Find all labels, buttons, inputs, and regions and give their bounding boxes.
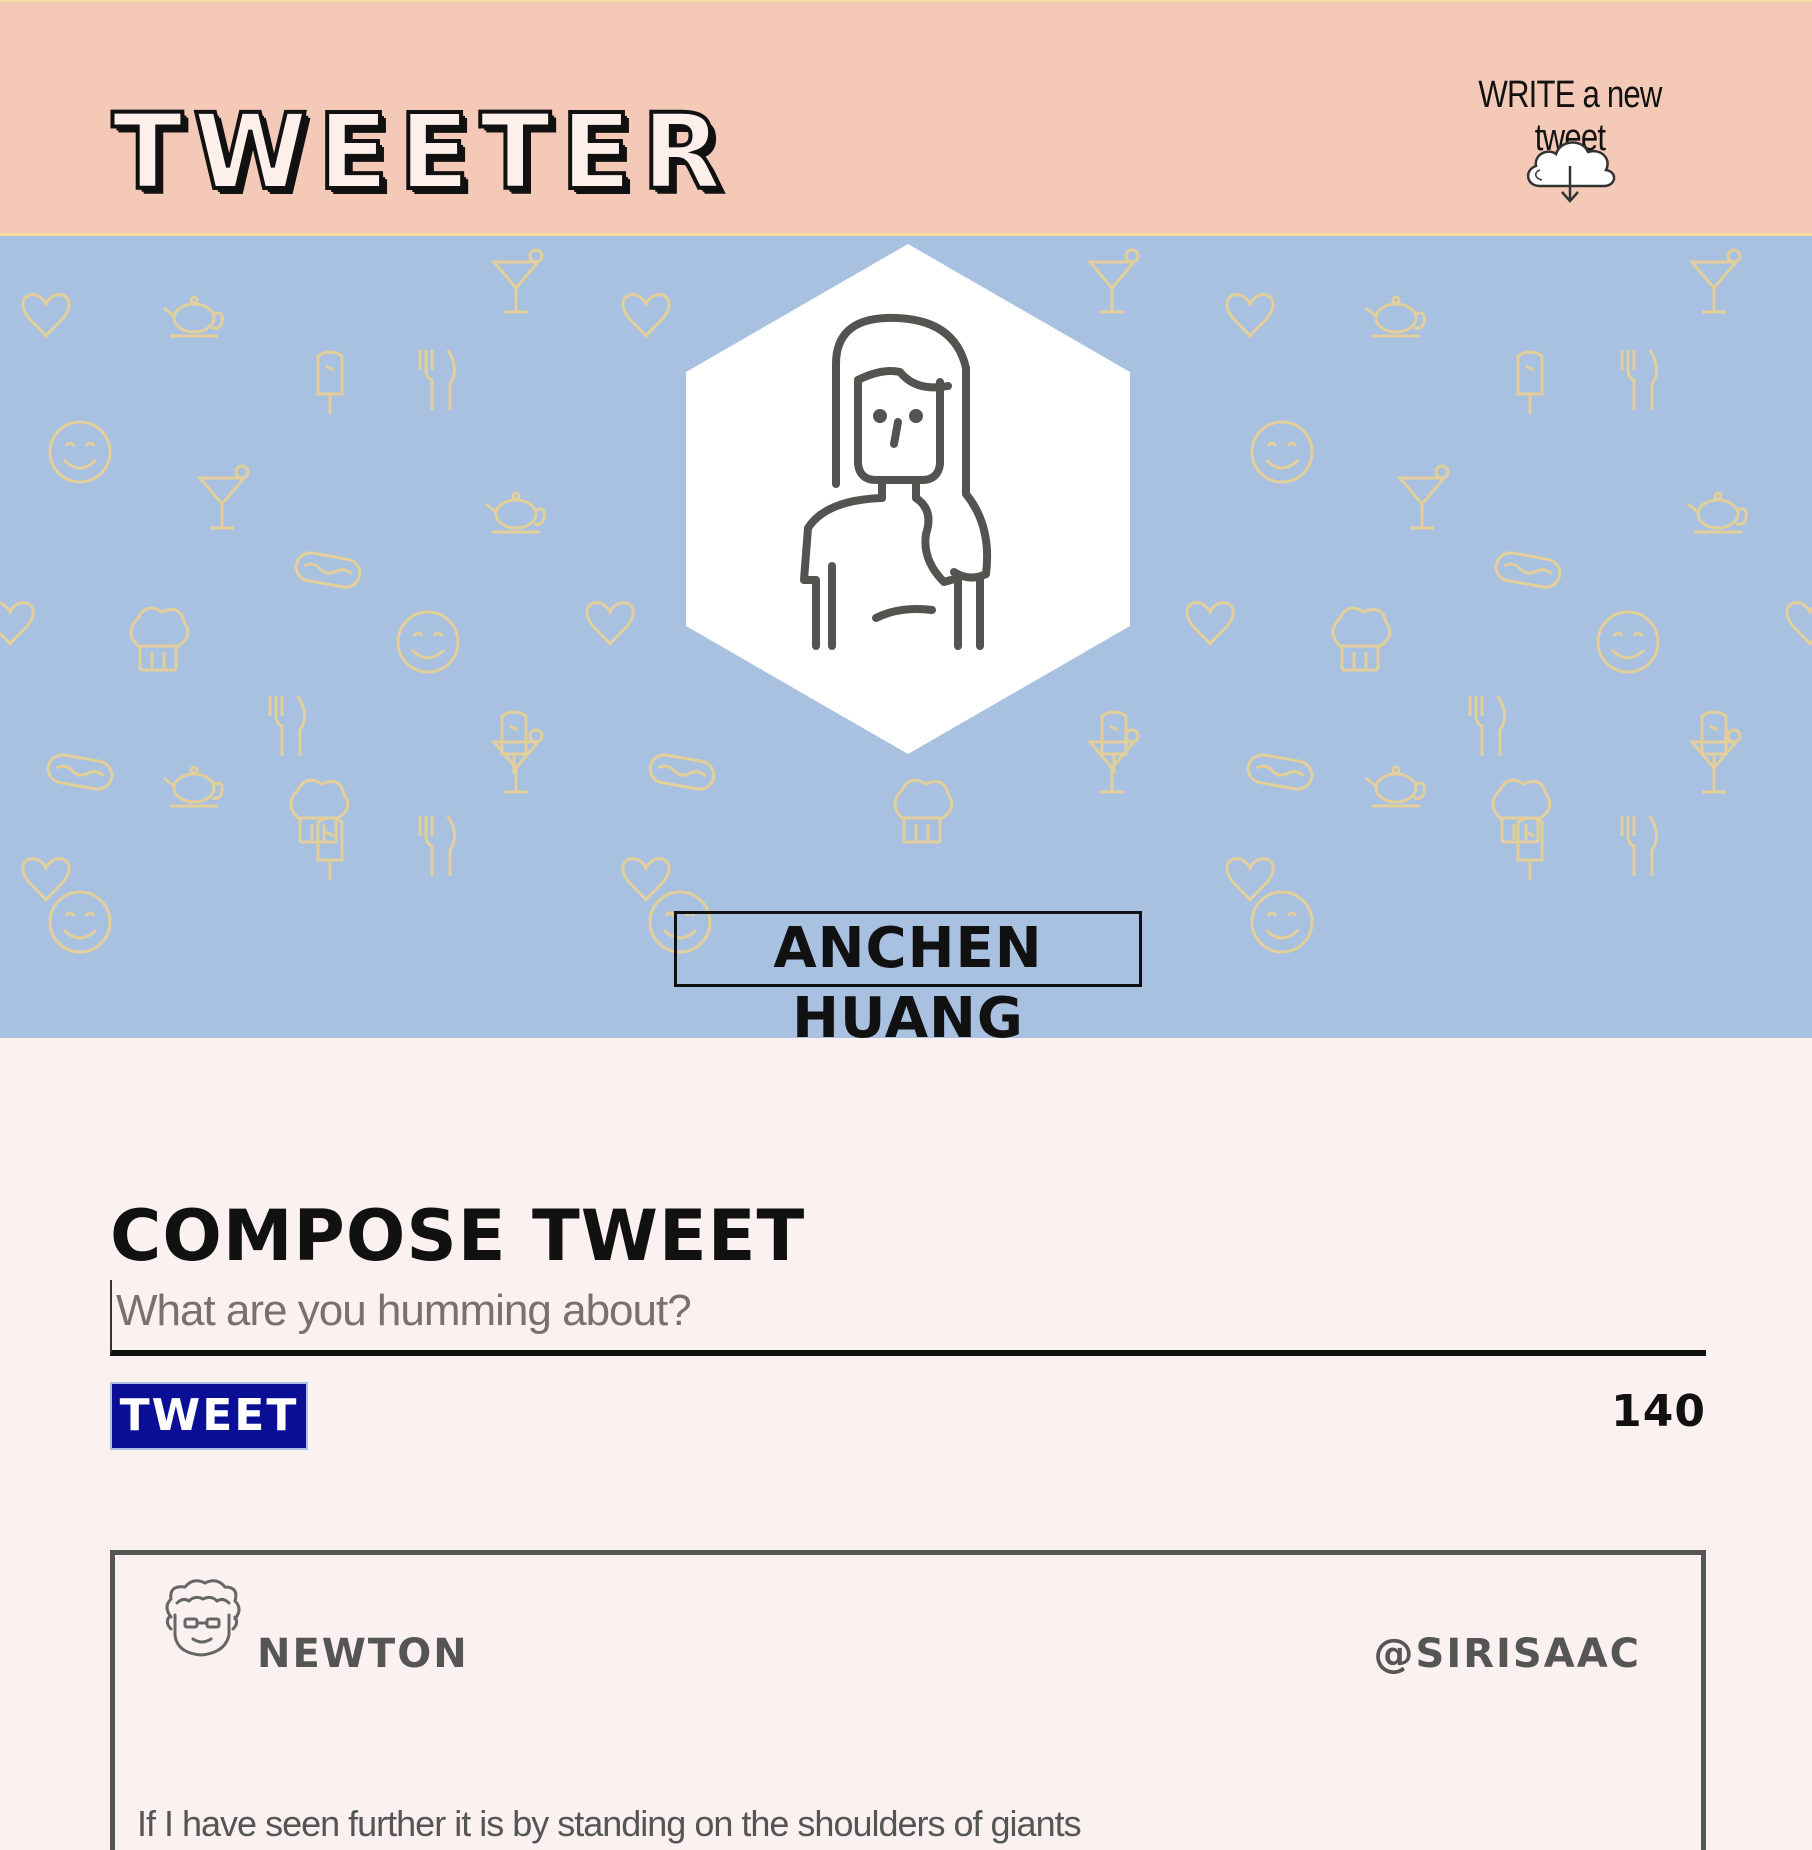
profile-header: ANCHEN HUANG	[0, 236, 1812, 1038]
brand-logo[interactable]: TWEETER	[110, 98, 732, 206]
cloud-download-icon[interactable]	[1520, 128, 1620, 204]
tweet-input[interactable]	[110, 1280, 1706, 1356]
tweet-card: NEWTON @SIRISAAC If I have seen further …	[110, 1550, 1706, 1850]
profile-name: ANCHEN HUANG	[674, 911, 1142, 1038]
character-counter: 140	[1611, 1386, 1706, 1437]
profile-avatar	[686, 244, 1130, 754]
curly-hair-avatar-icon	[165, 1579, 241, 1657]
tweet-author-name: NEWTON	[257, 1631, 469, 1677]
tweet-author-handle: @SIRISAAC	[1373, 1631, 1641, 1677]
compose-title: COMPOSE TWEET	[110, 1195, 806, 1278]
write-tweet-toggle[interactable]: WRITE a new tweet	[1440, 74, 1700, 204]
top-nav: TWEETER WRITE a new tweet	[0, 0, 1812, 236]
tweet-submit-button[interactable]: TWEET	[110, 1382, 308, 1450]
tweet-content: If I have seen further it is by standing…	[137, 1803, 1082, 1844]
